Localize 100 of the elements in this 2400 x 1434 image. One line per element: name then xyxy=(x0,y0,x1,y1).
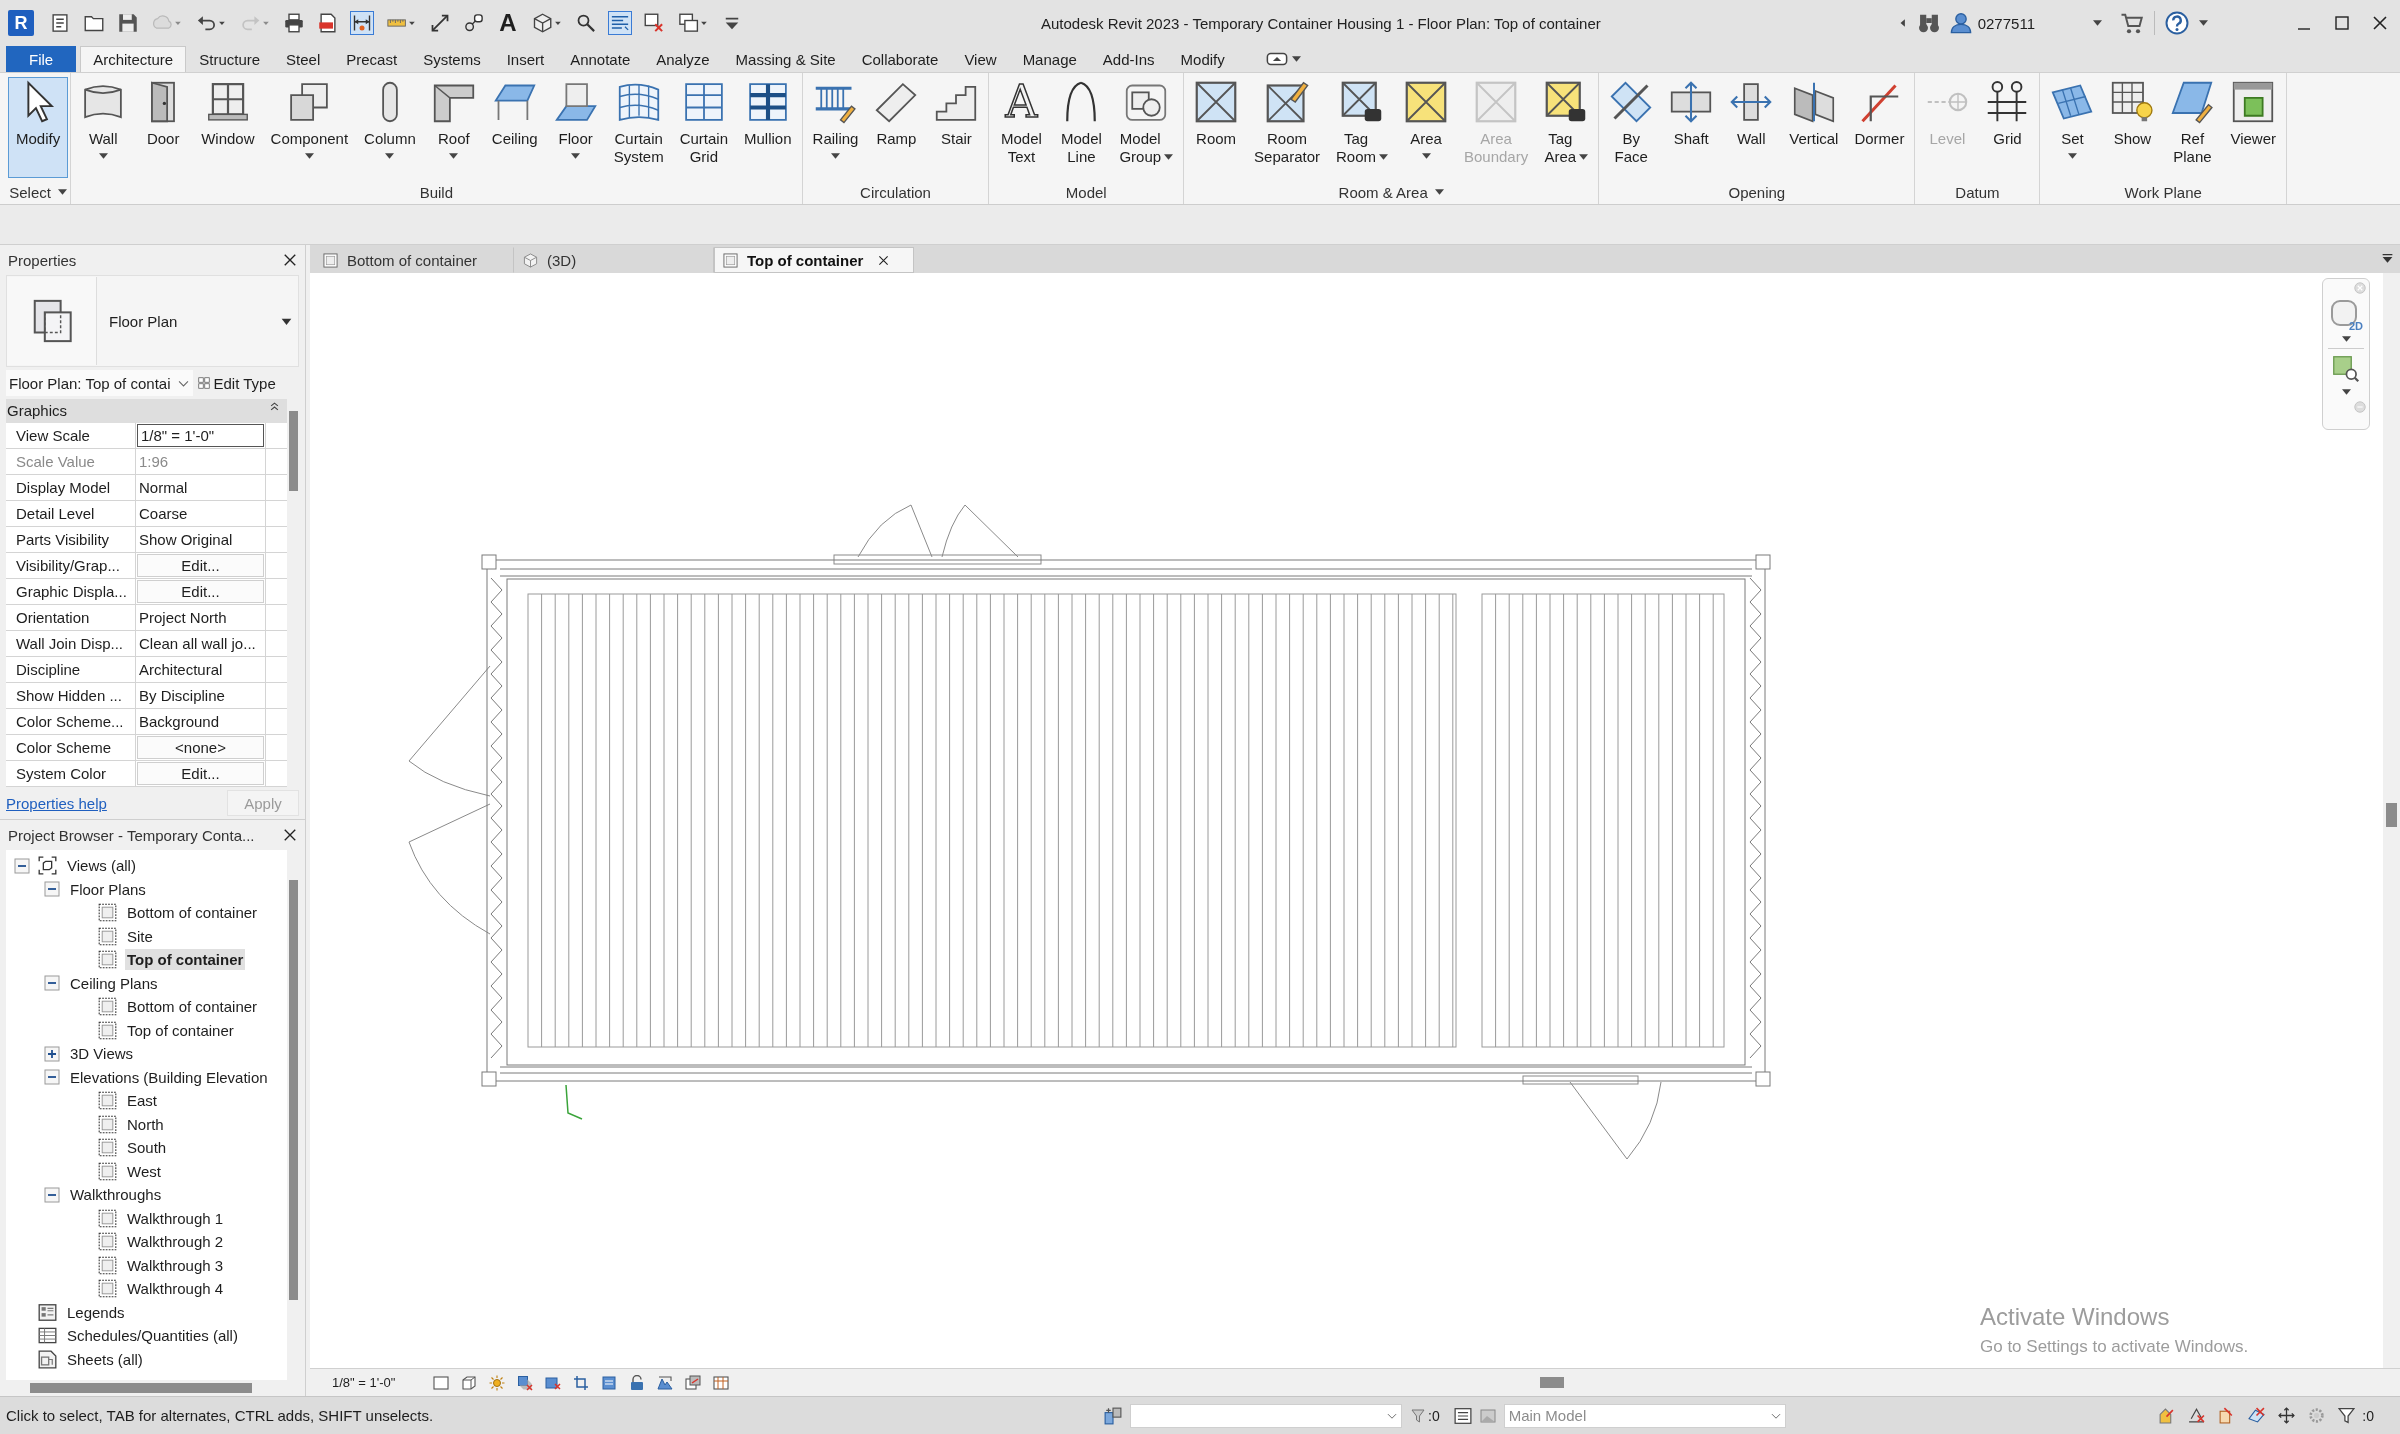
scrollbar-thumb[interactable] xyxy=(1540,1377,1564,1388)
app-logo[interactable]: R xyxy=(8,10,34,36)
ceiling-tool-button[interactable]: Ceiling xyxy=(483,77,546,180)
tree-item[interactable]: Views (all) xyxy=(65,855,138,877)
curtain-system-tool-button[interactable]: Curtain System xyxy=(605,77,672,180)
funnel-icon[interactable] xyxy=(1410,1407,1426,1424)
ribbon-tab[interactable]: Systems xyxy=(410,46,494,72)
ref-plane-tool-button[interactable]: Ref Plane xyxy=(2162,77,2223,180)
text-button[interactable]: A xyxy=(496,10,520,36)
caret-icon[interactable] xyxy=(1421,153,1431,159)
room-separator-tool-button[interactable]: Room Separator xyxy=(1246,77,1328,180)
tree-item[interactable]: Sheets (all) xyxy=(65,1348,145,1370)
analysis-view-icon[interactable] xyxy=(713,1374,730,1391)
tree-item[interactable]: North xyxy=(125,1113,166,1135)
tab-menu-icon[interactable] xyxy=(2381,252,2394,266)
window-tool-button[interactable]: Window xyxy=(193,77,263,180)
tree-item[interactable]: Ceiling Plans xyxy=(68,972,160,994)
drag-elements-icon[interactable] xyxy=(2278,1407,2296,1424)
tag-room-tool-button[interactable]: Tag Room xyxy=(1328,77,1396,180)
workset-icon[interactable] xyxy=(1104,1406,1122,1425)
model-line-tool-button[interactable]: Model Line xyxy=(1051,77,1112,180)
curtain-grid-tool-button[interactable]: Curtain Grid xyxy=(671,77,737,180)
detail-level-icon[interactable] xyxy=(433,1374,450,1391)
tree-item[interactable]: East xyxy=(125,1090,159,1112)
caret-icon[interactable] xyxy=(449,153,459,159)
tree-item[interactable]: Walkthrough 1 xyxy=(125,1207,226,1229)
binoculars-icon[interactable] xyxy=(1917,12,1940,34)
close-icon[interactable] xyxy=(878,254,890,266)
tree-item[interactable]: Elevations (Building Elevation xyxy=(68,1066,270,1088)
collapse-icon[interactable] xyxy=(14,857,30,874)
door-tool-button[interactable]: Door xyxy=(133,77,194,180)
select-underlay-icon[interactable] xyxy=(2188,1407,2206,1424)
reveal-icon[interactable] xyxy=(685,1374,702,1391)
vertical-tool-button[interactable]: Vertical xyxy=(1781,77,1847,180)
tree-item[interactable]: West xyxy=(125,1160,163,1182)
caret-icon[interactable] xyxy=(98,153,108,159)
cursor-tool-button[interactable]: Modify xyxy=(8,77,69,178)
tree-item[interactable]: Floor Plans xyxy=(68,878,148,900)
tree-item[interactable]: Walkthrough 2 xyxy=(125,1231,226,1253)
ribbon-tab[interactable]: Modify xyxy=(1167,46,1238,72)
instance-dropdown[interactable]: Floor Plan: Top of contai xyxy=(6,370,194,396)
caret-icon[interactable] xyxy=(304,153,314,159)
printer-icon[interactable] xyxy=(282,11,306,35)
dormer-tool-button[interactable]: Dormer xyxy=(1846,77,1913,180)
help-link[interactable]: Properties help xyxy=(6,794,107,812)
column-tool-button[interactable]: Column xyxy=(356,77,424,180)
cart-icon[interactable] xyxy=(2120,11,2144,35)
view-scale[interactable]: 1/8" = 1'-0" xyxy=(332,1375,396,1390)
maximize-icon[interactable] xyxy=(2334,15,2350,31)
user-icon[interactable] xyxy=(1949,12,1972,34)
viewer-tool-button[interactable]: Viewer xyxy=(2222,77,2285,180)
ribbon-tab[interactable]: Insert xyxy=(493,46,558,72)
show-tool-button[interactable]: Show xyxy=(2102,77,2163,180)
drawing-canvas[interactable]: 2D Activate Windows Go to Settings to activate Windows. xyxy=(310,273,2383,1368)
ramp-tool-button[interactable]: Ramp xyxy=(866,77,927,180)
panel-title[interactable]: Select xyxy=(9,183,51,201)
caret-icon[interactable] xyxy=(2093,20,2102,26)
collapse-icon[interactable] xyxy=(44,1186,60,1203)
caret-icon[interactable] xyxy=(57,189,67,195)
caret-icon[interactable] xyxy=(1434,189,1444,195)
collapse-icon[interactable] xyxy=(44,975,60,992)
shadows-icon[interactable] xyxy=(517,1374,534,1391)
close-icon[interactable] xyxy=(2372,15,2388,31)
temporary-hide-icon[interactable] xyxy=(657,1374,674,1391)
type-selector[interactable]: Floor Plan xyxy=(6,275,299,367)
help-icon[interactable] xyxy=(2165,11,2189,35)
caret-icon[interactable] xyxy=(571,153,581,159)
render-icon[interactable] xyxy=(545,1374,562,1391)
tree-item[interactable]: 3D Views xyxy=(68,1043,136,1065)
select-links-icon[interactable] xyxy=(2158,1407,2176,1424)
caret-icon[interactable] xyxy=(1291,56,1301,62)
caret-icon[interactable] xyxy=(1579,154,1589,160)
ribbon-tab[interactable]: Collaborate xyxy=(848,46,952,72)
measure-icon[interactable] xyxy=(350,11,374,35)
property-button[interactable]: Edit... xyxy=(137,580,264,603)
zoom-icon[interactable] xyxy=(2332,355,2360,383)
boxes-tool-button[interactable]: Component xyxy=(262,77,357,180)
caret-icon[interactable] xyxy=(1379,154,1388,160)
list-icon[interactable] xyxy=(1453,1406,1472,1425)
property-button[interactable]: <none> xyxy=(137,736,264,759)
collapse-icon[interactable] xyxy=(44,1069,60,1086)
tree-item[interactable]: South xyxy=(125,1137,169,1159)
value-field[interactable]: 1/8" = 1'-0" xyxy=(137,424,264,447)
scrollbar-thumb[interactable] xyxy=(30,1383,252,1393)
tree-item[interactable]: Walkthrough 4 xyxy=(125,1278,226,1300)
select-face-icon[interactable] xyxy=(2248,1407,2266,1424)
tree-item[interactable]: Bottom of container xyxy=(125,996,260,1018)
caret-icon[interactable] xyxy=(2067,153,2077,159)
ribbon-tab[interactable]: Structure xyxy=(186,46,274,72)
scrollbar-thumb[interactable] xyxy=(2386,803,2397,827)
tree-item[interactable]: Legends xyxy=(65,1301,127,1323)
tree-item[interactable]: Schedules/Quantities (all) xyxy=(65,1325,240,1347)
close-windows-icon[interactable] xyxy=(642,11,666,35)
edit-type-button[interactable]: Edit Type xyxy=(197,373,277,393)
filter-icon[interactable] xyxy=(2338,1407,2356,1424)
property-button[interactable]: Edit... xyxy=(137,554,264,577)
close-icon[interactable] xyxy=(283,828,297,842)
scrollbar-thumb[interactable] xyxy=(289,411,298,491)
caret-icon[interactable] xyxy=(1164,154,1174,160)
wall-tool-button[interactable]: Wall xyxy=(73,77,134,180)
